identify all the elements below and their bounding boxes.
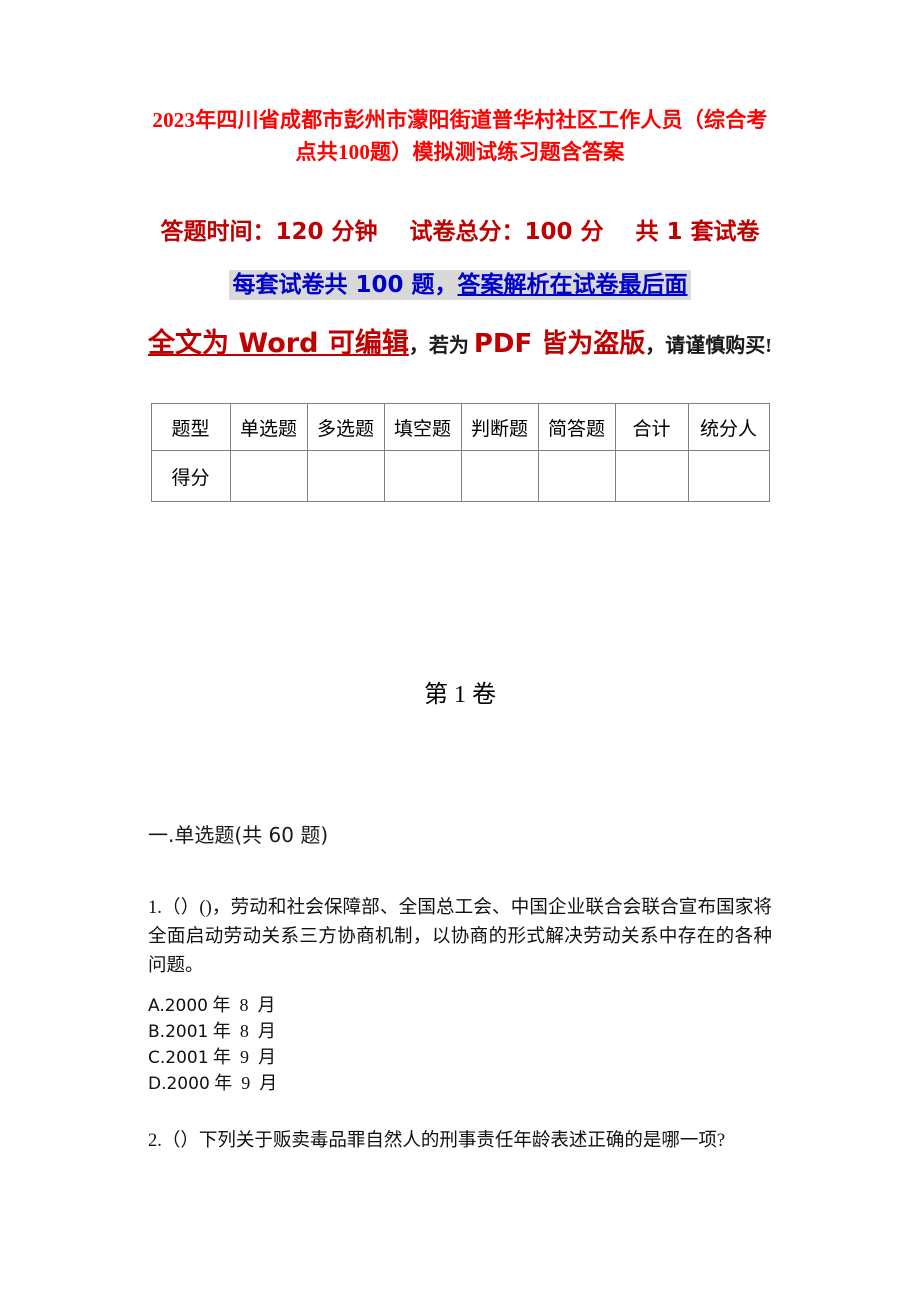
option-c[interactable]: C.2001 年 9 月 [148, 1045, 772, 1071]
table-header-cell: 判断题 [460, 403, 539, 451]
table-cell-score[interactable] [229, 450, 308, 502]
table-cell-score[interactable] [460, 450, 539, 502]
table-header-cell: 单选题 [229, 403, 308, 451]
table-header-cell: 简答题 [537, 403, 616, 451]
section-heading-single-choice: 一.单选题(共 60 题) [148, 823, 329, 847]
volume-heading: 第 1 卷 [424, 682, 496, 708]
question-text: 2.（）下列关于贩卖毒品罪自然人的刑事责任年龄表述正确的是哪一项? [148, 1131, 726, 1151]
table-cell-score[interactable] [383, 450, 462, 502]
question-options: A.2000 年 8 月 B.2001 年 8 月 C.2001 年 9 月 D… [148, 981, 772, 1097]
table-cell-score[interactable] [687, 450, 770, 502]
table-row-header: 题型 单选题 多选题 填空题 判断题 简答题 合计 统分人 [150, 403, 770, 451]
table-header-cell: 统分人 [687, 403, 770, 451]
score-table: 题型 单选题 多选题 填空题 判断题 简答题 合计 统分人 得分 [150, 403, 770, 502]
document-page: 2023年四川省成都市彭州市濛阳街道普华村社区工作人员（综合考点共100题）模拟… [0, 0, 920, 1302]
exam-info-line: 答题时间：120 分钟 试卷总分：100 分 共 1 套试卷 [160, 219, 760, 245]
table-header-cell: 多选题 [306, 403, 385, 451]
question-text: 1.（）()，劳动和社会保障部、全国总工会、中国企业联合会联合宣布国家将全面启动… [148, 898, 772, 976]
word-editable-note: 全文为 Word 可编辑 [148, 328, 409, 359]
table-header-cell: 填空题 [383, 403, 462, 451]
score-table-wrapper: 题型 单选题 多选题 填空题 判断题 简答题 合计 统分人 得分 [148, 370, 772, 502]
notice-conjunction: ，若为 [408, 335, 474, 357]
option-a-latin: A.2000 [148, 996, 208, 1016]
answer-note-part1: 每套试卷共 100 题， [232, 272, 458, 298]
option-c-cjk: 年 9 月 [208, 1047, 277, 1067]
table-cell-score[interactable] [537, 450, 616, 502]
answer-location-note: 每套试卷共 100 题，答案解析在试卷最后面 [148, 249, 772, 307]
table-cell-score[interactable] [306, 450, 385, 502]
option-a-cjk: 年 8 月 [208, 995, 276, 1015]
table-row: 得分 [150, 450, 770, 502]
option-b[interactable]: B.2001 年 8 月 [148, 1019, 772, 1045]
pdf-piracy-note: PDF 皆为盗版 [473, 329, 646, 359]
notice-tail: ，请谨慎购买! [645, 335, 772, 357]
option-d[interactable]: D.2000 年 9 月 [148, 1071, 772, 1097]
option-b-latin: B.2001 [148, 1022, 209, 1042]
table-header-cell: 合计 [614, 403, 689, 451]
option-d-cjk: 年 9 月 [209, 1073, 278, 1093]
table-header-cell: 题型 [150, 403, 231, 451]
option-d-latin: D.2000 [148, 1074, 210, 1094]
page-title: 2023年四川省成都市彭州市濛阳街道普华村社区工作人员（综合考点共100题）模拟… [152, 108, 768, 164]
table-cell-score[interactable] [614, 450, 689, 502]
option-b-cjk: 年 8 月 [208, 1021, 276, 1041]
table-row-label: 得分 [150, 450, 231, 502]
format-warning-note: 全文为 Word 可编辑，若为 PDF 皆为盗版，请谨慎购买! [148, 307, 772, 370]
option-c-latin: C.2001 [148, 1048, 209, 1068]
answer-note-underlined: 答案解析在试卷最后面 [457, 272, 688, 298]
option-a[interactable]: A.2000 年 8 月 [148, 993, 772, 1019]
